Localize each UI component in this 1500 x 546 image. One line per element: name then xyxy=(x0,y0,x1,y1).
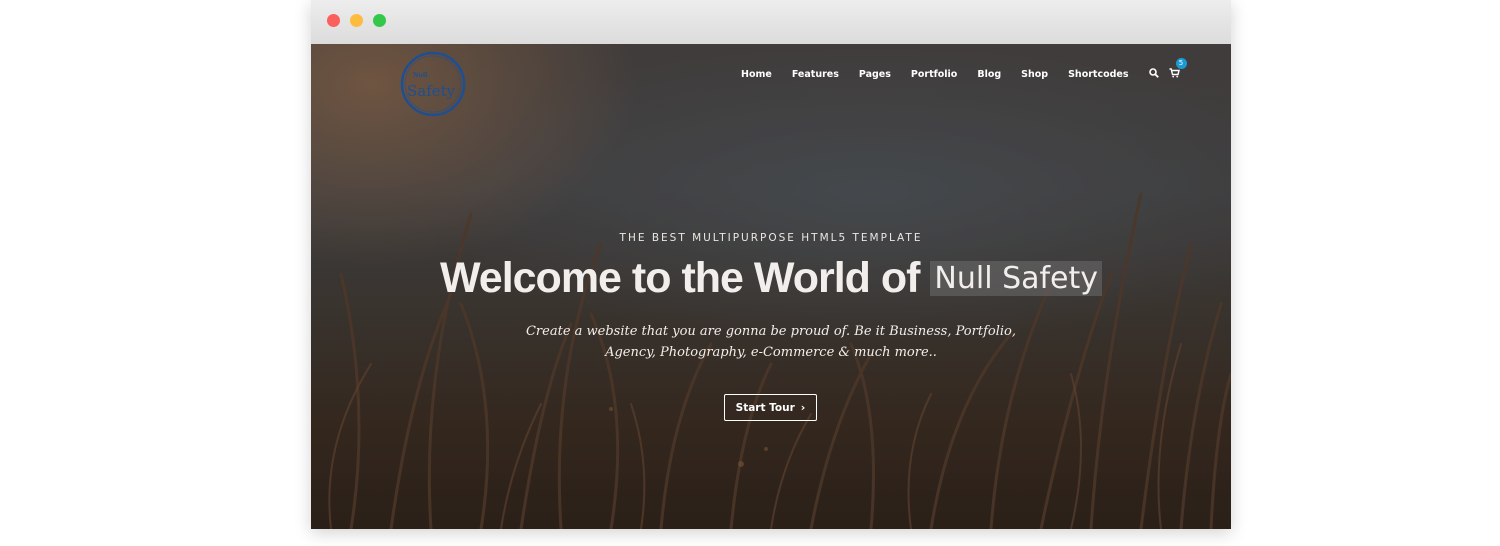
logo-main-text: Safety xyxy=(407,82,456,100)
nav-item-portfolio[interactable]: Portfolio xyxy=(911,69,957,80)
hero-headline: Welcome to the World of Null Safety xyxy=(311,254,1231,303)
search-icon[interactable] xyxy=(1148,65,1159,83)
nav-item-pages[interactable]: Pages xyxy=(859,69,891,80)
hero-brand-name: Null Safety xyxy=(930,261,1103,296)
cart-icon[interactable]: 5 xyxy=(1169,58,1187,83)
site-logo[interactable]: Null Safety xyxy=(399,50,467,118)
nav-item-home[interactable]: Home xyxy=(741,69,772,80)
nav-item-shop[interactable]: Shop xyxy=(1021,69,1048,80)
hero-subtitle: Create a website that you are gonna be p… xyxy=(311,321,1231,363)
hero-headline-text: Welcome to the World of xyxy=(439,254,920,302)
hero-tagline: THE BEST MULTIPURPOSE HTML5 TEMPLATE xyxy=(619,232,923,244)
nav-item-features[interactable]: Features xyxy=(792,69,839,80)
minimize-window-button[interactable] xyxy=(350,14,363,27)
hero-subtitle-line-1: Create a website that you are gonna be p… xyxy=(525,324,1016,339)
start-tour-button[interactable]: Start Tour › xyxy=(724,394,817,421)
nav-item-blog[interactable]: Blog xyxy=(977,69,1001,80)
cart-count-badge: 5 xyxy=(1175,58,1187,69)
hero-section: Null Safety Home Features Pages Portfoli… xyxy=(311,44,1231,529)
start-tour-label: Start Tour xyxy=(735,401,795,414)
hero-subtitle-line-2: Agency, Photography, e-Commerce & much m… xyxy=(605,345,937,360)
nav-item-shortcodes[interactable]: Shortcodes xyxy=(1068,69,1128,80)
close-window-button[interactable] xyxy=(327,14,340,27)
window-titlebar xyxy=(311,0,1231,45)
browser-window: Null Safety Home Features Pages Portfoli… xyxy=(311,0,1231,529)
chevron-right-icon: › xyxy=(800,401,806,414)
logo-small-text: Null xyxy=(413,72,428,79)
maximize-window-button[interactable] xyxy=(373,14,386,27)
main-nav: Home Features Pages Portfolio Blog Shop … xyxy=(741,58,1190,83)
